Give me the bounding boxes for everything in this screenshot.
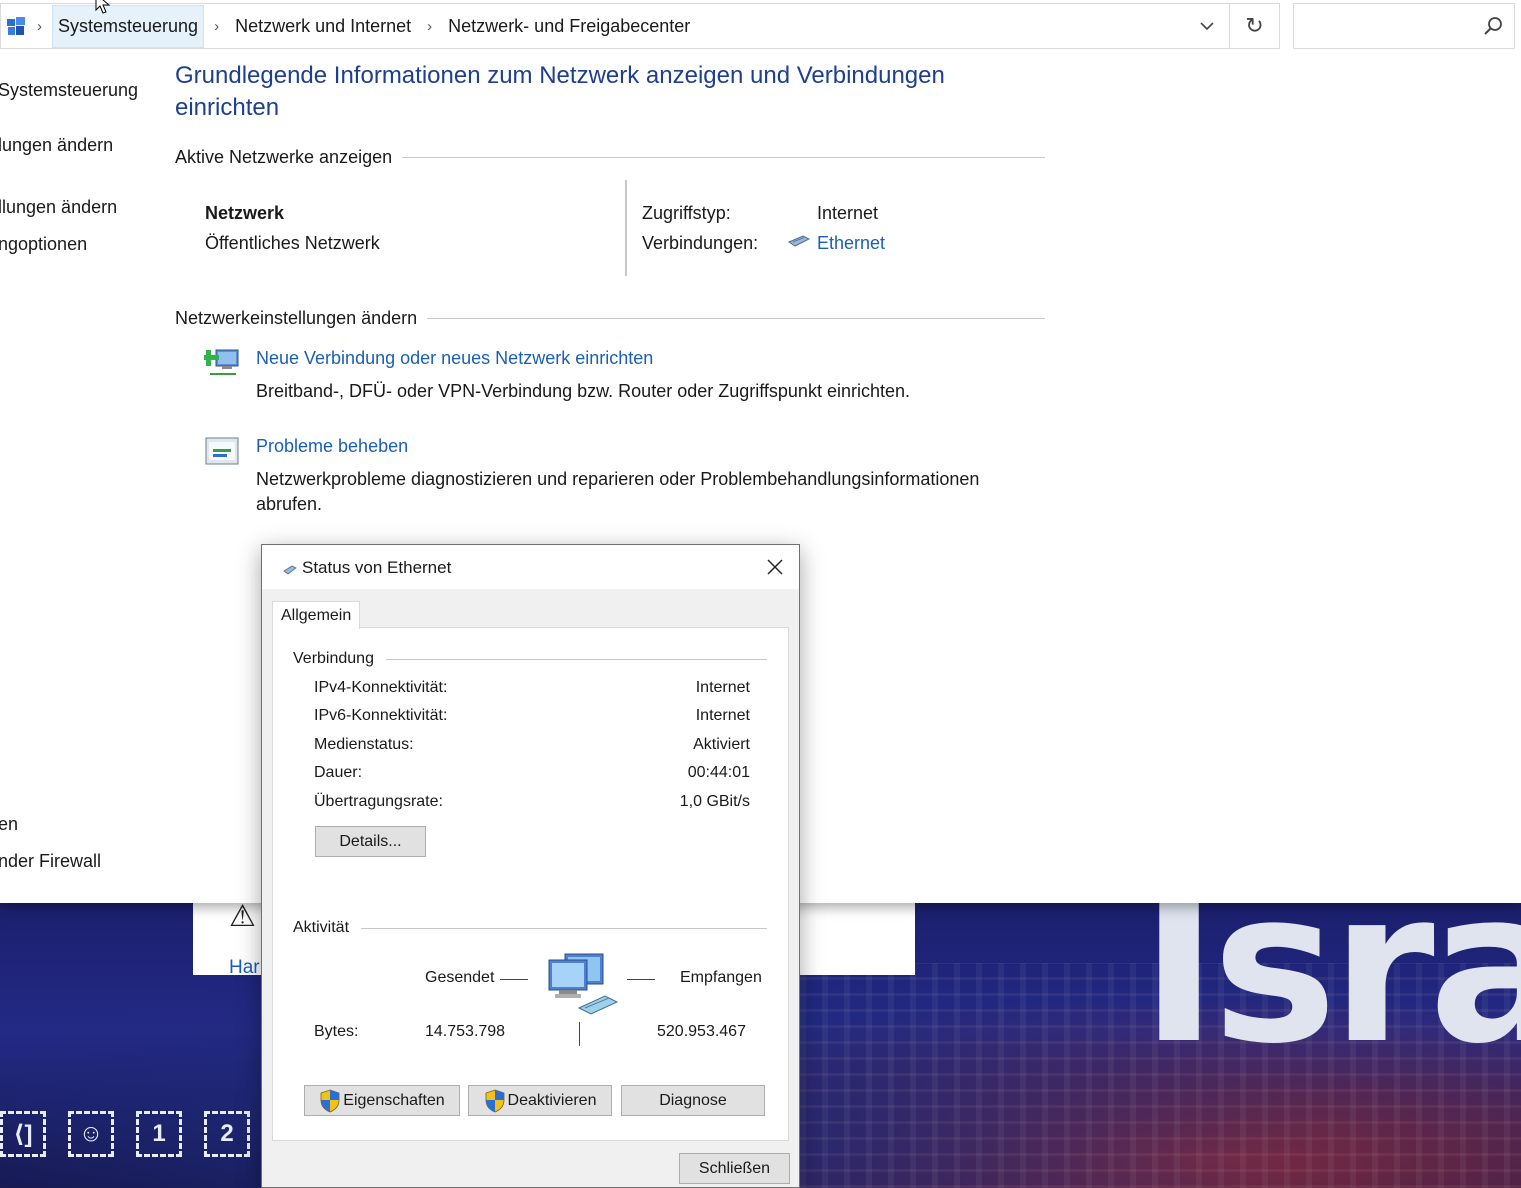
status-row-label: Medienstatus: (314, 736, 414, 753)
bytes-label: Bytes: (314, 1023, 359, 1040)
disable-button-label: Deaktivieren (507, 1091, 597, 1109)
close-button[interactable]: Schließen (679, 1153, 790, 1184)
chevron-down-icon[interactable] (1193, 12, 1221, 40)
troubleshoot-icon (205, 437, 239, 465)
ethernet-connection-link[interactable]: Ethernet (817, 233, 885, 254)
connection-group-heading: Verbindung (293, 650, 767, 668)
chevron-right-icon: › (37, 17, 42, 35)
nav-link-see-also-1[interactable]: en (0, 814, 18, 835)
tab-panel: Verbindung IPv4-Konnektivität: Internet … (272, 627, 789, 1141)
refresh-icon[interactable]: ↻ (1229, 4, 1279, 48)
status-row: IPv4-Konnektivität: Internet (314, 679, 750, 697)
status-row-value: 00:44:01 (687, 764, 750, 781)
divider (579, 1022, 580, 1046)
search-icon[interactable] (1482, 15, 1504, 37)
divider (385, 658, 767, 660)
background-link[interactable]: Har (229, 957, 260, 979)
nav-link-sharing-settings[interactable]: llungen ändern (0, 197, 117, 218)
new-connection-desc: Breitband-, DFÜ- oder VPN-Verbindung bzw… (256, 381, 910, 401)
divider (500, 979, 528, 980)
status-row-value: 1,0 GBit/s (679, 793, 750, 810)
page-title: Grundlegende Informationen zum Netzwerk … (175, 62, 945, 121)
received-label: Empfangen (680, 969, 762, 986)
new-connection-icon (204, 349, 239, 375)
divider (402, 157, 1045, 158)
divider (627, 979, 655, 980)
properties-button[interactable]: Eigenschaften (304, 1085, 460, 1116)
diagnose-button[interactable]: Diagnose (621, 1085, 765, 1116)
nav-link-firewall[interactable]: nder Firewall (0, 851, 101, 872)
troubleshoot-desc: Netzwerkprobleme diagnostizieren und rep… (256, 469, 980, 514)
chevron-right-icon[interactable]: › (214, 18, 219, 35)
network-name: Netzwerk (205, 203, 285, 223)
overlay-text: Israe (1140, 903, 1521, 1090)
status-row: Übertragungsrate: 1,0 GBit/s (314, 793, 750, 811)
divider (361, 927, 767, 929)
uac-shield-icon (485, 1089, 504, 1112)
details-button[interactable]: Details... (315, 826, 426, 857)
tab-allgemein[interactable]: Allgemein (272, 601, 361, 629)
ethernet-status-dialog: Status von Ethernet Allgemein Verbindung… (261, 544, 800, 1188)
divider (427, 318, 1045, 319)
status-row-value: Internet (695, 707, 750, 724)
hud-item: ⟨] (0, 1111, 46, 1157)
section-heading-text: Netzwerkeinstellungen ändern (175, 308, 418, 328)
search-input[interactable] (1293, 3, 1515, 49)
status-row: Dauer: 00:44:01 (314, 764, 750, 782)
status-row-value: Internet (695, 679, 750, 696)
active-networks-heading: Aktive Netzwerke anzeigen (175, 147, 1045, 168)
access-type-value: Internet (817, 203, 879, 223)
nav-link-systemsteuerung[interactable]: Systemsteuerung (0, 80, 138, 101)
breadcrumb-systemsteuerung[interactable]: Systemsteuerung (52, 4, 205, 48)
status-row-label: IPv4-Konnektivität: (314, 679, 448, 696)
dialog-title: Status von Ethernet (302, 558, 452, 577)
hud-controls: ⟨] ☺ 1 2 (0, 1111, 250, 1157)
ethernet-icon (283, 565, 297, 575)
hud-item: 2 (204, 1111, 250, 1157)
hud-item: 1 (136, 1111, 182, 1157)
nav-link-media-options[interactable]: ngoptionen (0, 234, 87, 255)
properties-button-label: Eigenschaften (343, 1091, 445, 1109)
connections-label: Verbindungen: (642, 233, 759, 253)
status-row-value: Aktiviert (693, 736, 750, 753)
divider (625, 180, 627, 276)
change-settings-heading: Netzwerkeinstellungen ändern (175, 308, 1045, 329)
status-row-label: IPv6-Konnektivität: (314, 707, 448, 724)
control-panel-icon (5, 15, 27, 37)
dialog-titlebar[interactable]: Status von Ethernet (262, 545, 799, 589)
status-row-label: Übertragungsrate: (314, 793, 443, 810)
access-type-label: Zugriffstyp: (642, 203, 731, 223)
status-row: Medienstatus: Aktiviert (314, 736, 750, 754)
chevron-right-icon[interactable]: › (427, 18, 432, 35)
status-row: IPv6-Konnektivität: Internet (314, 707, 750, 725)
ethernet-link-text[interactable]: Ethernet (817, 233, 885, 253)
bytes-received-value: 520.953.467 (657, 1023, 746, 1040)
ethernet-icon (787, 235, 811, 247)
group-label: Verbindung (293, 650, 374, 667)
address-bar[interactable]: › Systemsteuerung › Netzwerk und Interne… (0, 3, 1280, 49)
hud-item: ☺ (68, 1111, 114, 1157)
sent-label: Gesendet (425, 969, 495, 986)
network-computers-icon (548, 953, 619, 1015)
bytes-sent-value: 14.753.798 (425, 1023, 506, 1040)
uac-shield-icon (320, 1089, 340, 1112)
warning-icon: ⚠ (229, 900, 256, 933)
nav-link-adapter-settings[interactable]: lungen ändern (0, 135, 113, 156)
disable-button[interactable]: Deaktivieren (468, 1085, 612, 1116)
mouse-cursor-icon (95, 0, 111, 14)
section-heading-text: Aktive Netzwerke anzeigen (175, 147, 393, 167)
new-connection-link[interactable]: Neue Verbindung oder neues Netzwerk einr… (256, 348, 653, 369)
group-label: Aktivität (293, 919, 350, 936)
activity-group-heading: Aktivität (293, 919, 767, 937)
status-row-label: Dauer: (314, 764, 363, 781)
troubleshoot-link[interactable]: Probleme beheben (256, 436, 408, 457)
network-type: Öffentliches Netzwerk (205, 233, 380, 253)
breadcrumb-netzwerk-internet[interactable]: Netzwerk und Internet (229, 5, 417, 48)
close-icon[interactable] (751, 545, 799, 589)
breadcrumb-freigabecenter[interactable]: Netzwerk- und Freigabecenter (442, 5, 696, 48)
